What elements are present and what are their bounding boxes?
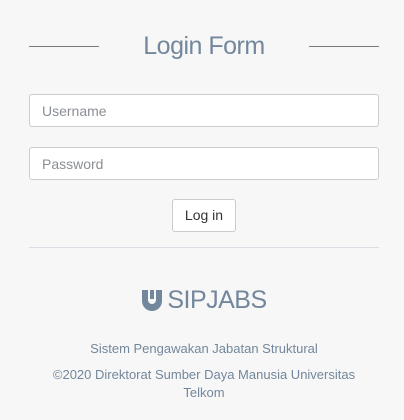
login-form: Log in	[29, 94, 379, 233]
password-field[interactable]	[29, 147, 379, 180]
button-row: Log in	[29, 199, 379, 233]
brand-logo: SIPJABS	[141, 286, 267, 314]
brand-name: SIPJABS	[167, 286, 267, 314]
username-field[interactable]	[29, 94, 379, 127]
login-button[interactable]: Log in	[171, 199, 237, 232]
copyright: ©2020 Direktorat Sumber Daya Manusia Uni…	[52, 367, 356, 400]
login-container: Login Form Log in SIPJABS Sistem Pengawa…	[29, 0, 379, 402]
brand: SIPJABS	[29, 286, 379, 314]
divider	[29, 247, 379, 248]
title-row: Login Form	[29, 0, 379, 92]
tagline: Sistem Pengawakan Jabatan Struktural	[90, 341, 318, 356]
u-shield-logo-icon	[142, 290, 163, 311]
title-divider-right	[309, 46, 379, 47]
